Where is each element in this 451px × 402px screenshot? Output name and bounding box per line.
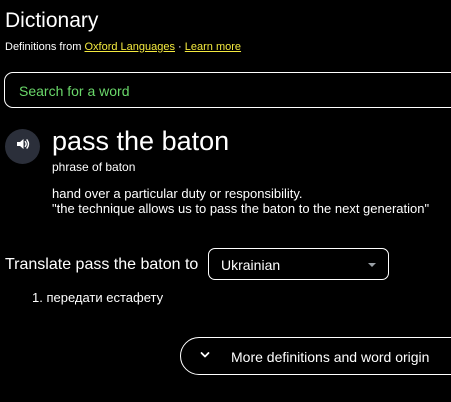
definition-block: hand over a particular duty or responsib… — [52, 186, 429, 216]
translate-label: Translate pass the baton to — [5, 256, 199, 273]
translation-list: 1. передати естафету — [32, 290, 163, 305]
separator: · — [175, 41, 185, 53]
learn-more-link[interactable]: Learn more — [185, 41, 241, 53]
more-definitions-button[interactable]: More definitions and word origin — [180, 337, 451, 375]
dropdown-caret-icon — [368, 263, 376, 267]
chevron-down-icon — [198, 348, 212, 362]
dictionary-title: Dictionary — [5, 9, 99, 32]
language-select[interactable]: Ukrainian — [208, 248, 389, 280]
definition-text: hand over a particular duty or responsib… — [52, 186, 303, 201]
phrase-of-label: phrase of baton — [52, 160, 136, 174]
search-box[interactable] — [4, 72, 451, 108]
headword: pass the baton — [52, 126, 230, 156]
search-input[interactable] — [19, 81, 439, 101]
translation-item: 1. передати естафету — [32, 290, 164, 305]
source-prefix: Definitions from — [5, 41, 85, 53]
speaker-icon — [15, 136, 31, 157]
more-definitions-label: More definitions and word origin — [231, 349, 430, 365]
pronunciation-audio-button[interactable] — [5, 129, 40, 164]
oxford-languages-link[interactable]: Oxford Languages — [84, 41, 175, 53]
selected-language: Ukrainian — [221, 257, 281, 273]
example-text: "the technique allows us to pass the bat… — [52, 201, 430, 216]
source-line: Definitions from Oxford Languages · Lear… — [5, 40, 241, 54]
